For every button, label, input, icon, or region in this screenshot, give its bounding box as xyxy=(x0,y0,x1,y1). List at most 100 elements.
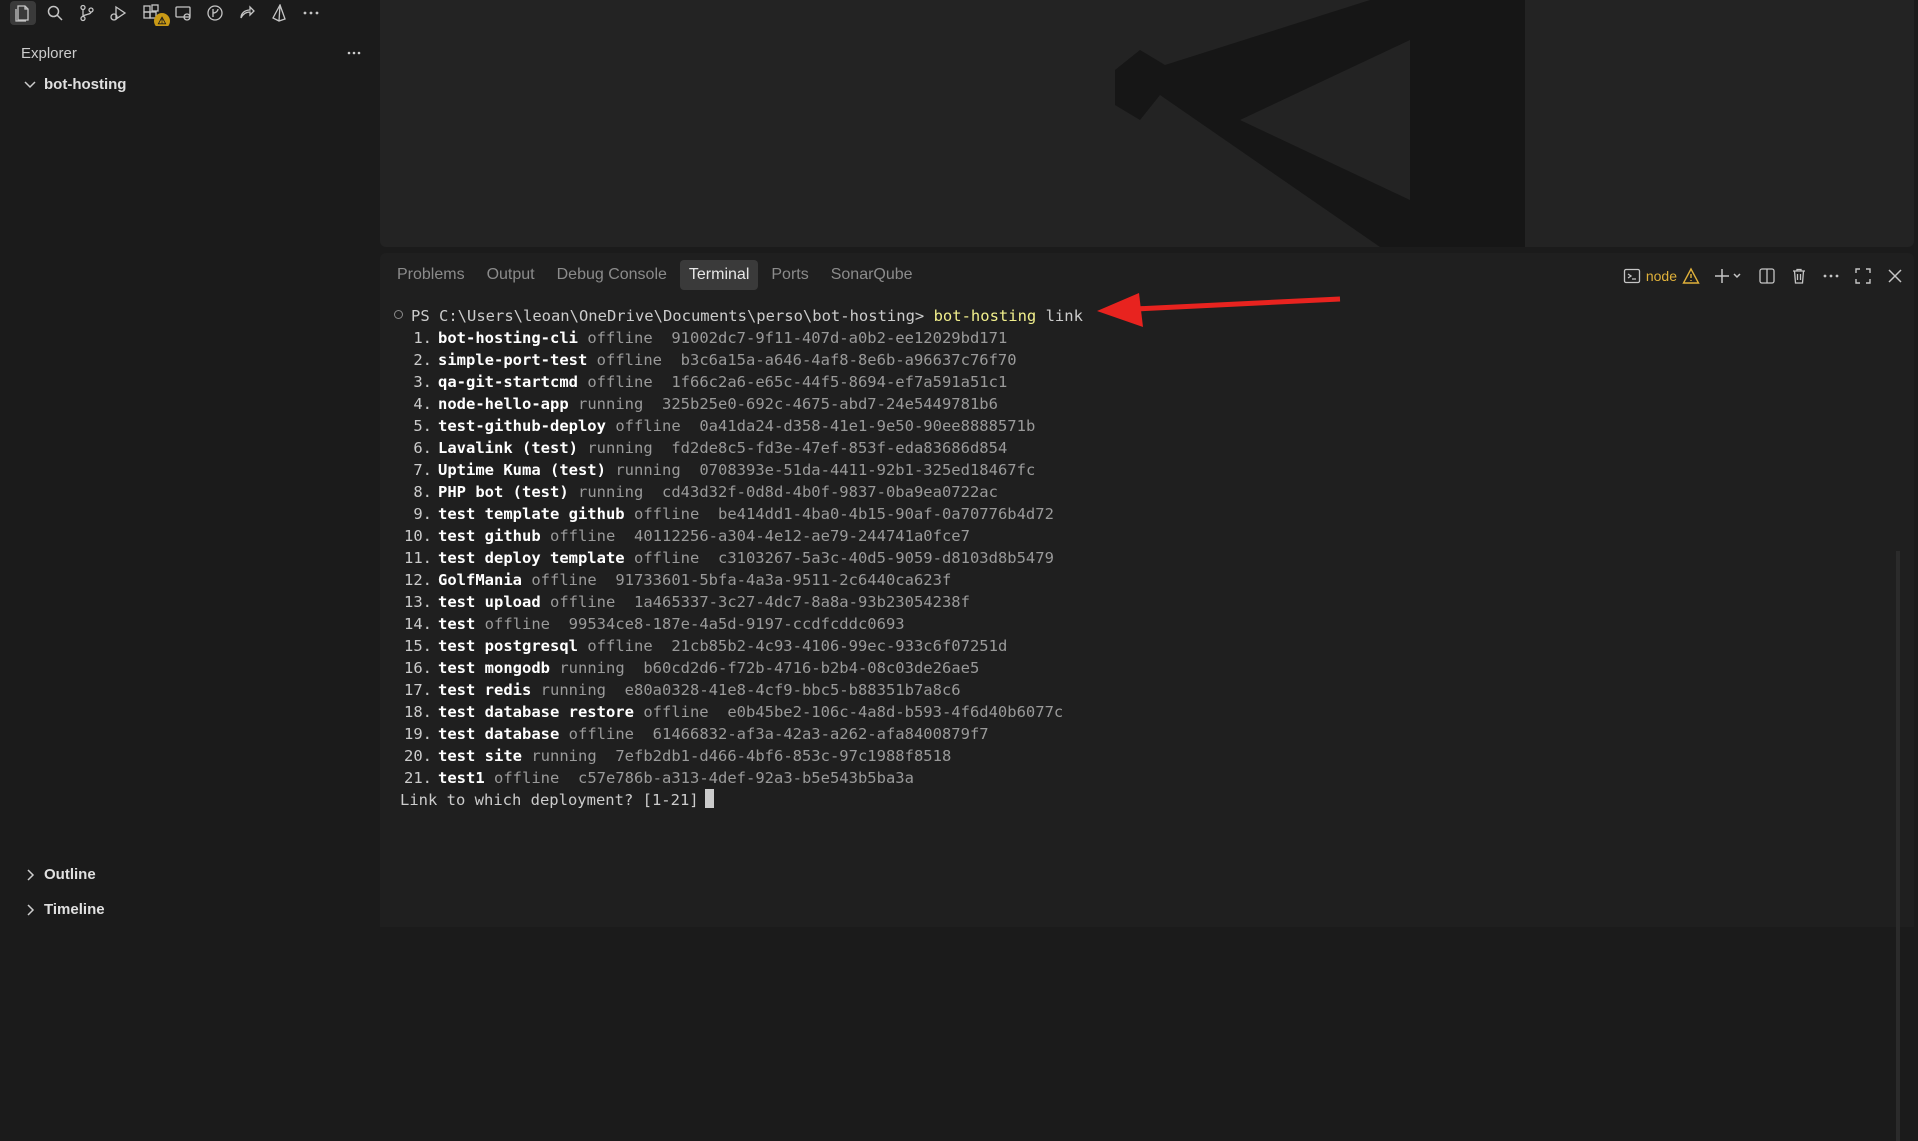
tab-sonarqube[interactable]: SonarQube xyxy=(822,260,922,290)
sidebar: Explorer bot-hosting Outline Timeline xyxy=(0,26,376,927)
trash-icon[interactable] xyxy=(1788,265,1810,287)
deployment-status: offline xyxy=(596,351,662,369)
deployment-name: simple-port-test xyxy=(438,351,588,369)
gitlens-icon[interactable] xyxy=(202,1,228,25)
terminal-cursor xyxy=(704,789,714,808)
deployment-name: Lavalink (test) xyxy=(438,439,578,457)
deployment-status: running xyxy=(587,439,653,457)
deployment-name: test-github-deploy xyxy=(438,417,606,435)
terminal-output[interactable]: PS C:\Users\leoan\OneDrive\Documents\per… xyxy=(394,305,1874,915)
timeline-label: Timeline xyxy=(44,901,105,918)
deployment-status: offline xyxy=(494,769,560,787)
deployment-name: test github xyxy=(438,527,541,545)
files-icon[interactable] xyxy=(10,1,36,25)
deployment-row: 12. GolfMania offline 91733601-5bfa-4a3a-… xyxy=(400,569,1874,591)
terminal-scrollbar[interactable] xyxy=(1896,551,1900,1141)
deployment-name: node-hello-app xyxy=(438,395,569,413)
deployment-row: 3. qa-git-startcmd offline 1f66c2a6-e65c-… xyxy=(400,371,1874,393)
panel-more-icon[interactable] xyxy=(1820,265,1842,287)
deployment-number: 3. xyxy=(413,373,432,391)
deployment-row: 19. test database offline 61466832-af3a-4… xyxy=(400,723,1874,745)
deployment-name: test1 xyxy=(438,769,485,787)
deployment-number: 17. xyxy=(404,681,432,699)
question-text: Link to which deployment? [1-21] xyxy=(400,791,699,809)
deployment-row: 13. test upload offline 1a465337-3c27-4dc… xyxy=(400,591,1874,613)
deployment-number: 1. xyxy=(413,329,432,347)
tab-output[interactable]: Output xyxy=(478,260,544,290)
search-icon[interactable] xyxy=(42,1,68,25)
deployment-number: 20. xyxy=(404,747,432,765)
folder-label: bot-hosting xyxy=(44,75,127,93)
explorer-more-icon[interactable] xyxy=(346,45,362,61)
panel-actions: node xyxy=(1623,261,1906,291)
outline-section[interactable]: Outline xyxy=(0,857,376,892)
deployment-number: 13. xyxy=(404,593,432,611)
deployment-row: 5. test-github-deploy offline 0a41da24-d3… xyxy=(400,415,1874,437)
folder-bot-hosting[interactable]: bot-hosting xyxy=(0,70,376,98)
deployment-number: 10. xyxy=(404,527,432,545)
deployment-status: offline xyxy=(587,373,653,391)
deployment-id: 0708393e-51da-4411-92b1-325ed18467fc xyxy=(699,461,1036,479)
command-arg: link xyxy=(1045,307,1083,325)
deployment-row: 7. Uptime Kuma (test) running 0708393e-51… xyxy=(400,459,1874,481)
deployment-name: bot-hosting-cli xyxy=(438,329,578,347)
deployment-id: 21cb85b2-4c93-4106-99ec-933c6f07251d xyxy=(671,637,1008,655)
deployment-number: 21. xyxy=(404,769,432,787)
deployment-id: c57e786b-a313-4def-92a3-b5e543b5ba3a xyxy=(578,769,914,787)
deployment-id: 91733601-5bfa-4a3a-9511-2c6440ca623f xyxy=(615,571,952,589)
tab-problems[interactable]: Problems xyxy=(388,260,474,290)
terminal-selector[interactable]: node xyxy=(1623,267,1700,285)
deployment-name: Uptime Kuma (test) xyxy=(438,461,606,479)
source-control-icon[interactable] xyxy=(74,1,100,25)
timeline-section[interactable]: Timeline xyxy=(0,892,376,927)
prompt-path: PS C:\Users\leoan\OneDrive\Documents\per… xyxy=(411,307,925,325)
deployment-status: running xyxy=(540,681,606,699)
deployment-number: 15. xyxy=(404,637,432,655)
tab-ports[interactable]: Ports xyxy=(762,260,817,290)
deployment-status: offline xyxy=(550,527,616,545)
deployment-row: 9. test template github offline be414dd1-… xyxy=(400,503,1874,525)
annotation-arrow-icon xyxy=(1097,293,1341,327)
run-debug-icon[interactable] xyxy=(106,1,132,25)
deployment-name: test xyxy=(438,615,476,633)
deployment-id: 1a465337-3c27-4dc7-8a8a-93b23054238f xyxy=(634,593,970,611)
deployment-status: offline xyxy=(587,637,653,655)
deployment-id: fd2de8c5-fd3e-47ef-853f-eda83686d854 xyxy=(671,439,1008,457)
deployment-number: 12. xyxy=(404,571,432,589)
terminal-name: node xyxy=(1645,268,1677,284)
live-share-icon[interactable] xyxy=(234,1,260,25)
deployment-id: e0b45be2-106c-4a8d-b593-4f6d40b6077c xyxy=(727,703,1064,721)
tab-terminal[interactable]: Terminal xyxy=(679,260,759,290)
deployment-row: 15. test postgresql offline 21cb85b2-4c93… xyxy=(400,635,1874,657)
deployment-id: e80a0328-41e8-4cf9-bbc5-b88351b7a8c6 xyxy=(624,681,961,699)
remote-explorer-icon[interactable] xyxy=(170,1,196,25)
deployment-row: 2. simple-port-test offline b3c6a15a-a646… xyxy=(400,349,1874,371)
command-decoration-icon xyxy=(394,310,403,319)
deployment-id: 61466832-af3a-42a3-a262-afa8400879f7 xyxy=(652,725,989,743)
bottom-panel: Problems Output Debug Console Terminal P… xyxy=(380,253,1914,1141)
deployment-status: running xyxy=(578,395,644,413)
deployment-name: test redis xyxy=(438,681,532,699)
deployment-status: running xyxy=(559,659,625,677)
prisma-icon[interactable] xyxy=(266,1,292,25)
split-terminal-icon[interactable] xyxy=(1756,265,1778,287)
extensions-icon[interactable]: ⚠ xyxy=(138,1,170,29)
deployment-status: offline xyxy=(633,505,700,523)
deployment-id: cd43d32f-0d8d-4b0f-9837-0ba9ea0722ac xyxy=(662,483,998,501)
close-panel-icon[interactable] xyxy=(1884,265,1906,287)
deployment-row: 4. node-hello-app running 325b25e0-692c-4… xyxy=(400,393,1874,415)
new-terminal-icon[interactable] xyxy=(1710,265,1746,287)
deployment-status: offline xyxy=(615,417,681,435)
deployment-row: 18. test database restore offline e0b45be… xyxy=(400,701,1874,723)
chevron-right-icon xyxy=(27,903,35,916)
deployment-name: test upload xyxy=(438,593,541,611)
vscode-watermark-icon xyxy=(1115,0,1525,247)
deployment-list: 1. bot-hosting-cli offline 91002dc7-9f11-… xyxy=(394,327,1874,789)
deployment-name: PHP bot (test) xyxy=(438,483,569,501)
deployment-status: running xyxy=(615,461,681,479)
deployment-number: 6. xyxy=(413,439,432,457)
deployment-row: 21. test1 offline c57e786b-a313-4def-92a3… xyxy=(400,767,1874,789)
maximize-panel-icon[interactable] xyxy=(1852,265,1874,287)
more-icon[interactable] xyxy=(298,1,324,25)
tab-debug-console[interactable]: Debug Console xyxy=(548,260,676,290)
